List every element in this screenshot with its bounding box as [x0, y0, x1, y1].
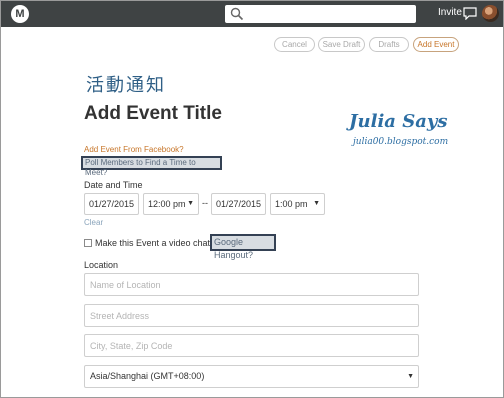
search-icon [230, 7, 244, 21]
invite-link[interactable]: Invite [438, 7, 462, 18]
date-time-label: Date and Time [84, 180, 143, 190]
location-label: Location [84, 260, 119, 270]
end-time-value: 1:00 pm [275, 199, 308, 209]
drafts-button[interactable]: Drafts [369, 37, 409, 52]
location-name-input[interactable] [84, 273, 419, 296]
end-date-value: 01/27/2015 [216, 199, 262, 209]
end-time-select[interactable]: 1:00 pm ▼ [270, 193, 325, 215]
clear-date-link[interactable]: Clear [84, 218, 103, 227]
video-chat-checkbox[interactable] [84, 239, 92, 247]
chevron-down-icon: ▼ [313, 200, 320, 207]
avatar[interactable] [482, 5, 499, 22]
event-title[interactable]: Add Event Title [84, 103, 222, 125]
add-event-button[interactable]: Add Event [413, 37, 459, 52]
save-draft-button[interactable]: Save Draft [318, 37, 365, 52]
top-bar: M Invite [1, 1, 503, 27]
google-hangout-link[interactable]: Google Hangout? [210, 234, 276, 260]
timezone-value: Asia/Shanghai (GMT+08:00) [90, 371, 205, 381]
end-date-field[interactable]: 01/27/2015 [211, 193, 266, 215]
street-address-input[interactable] [84, 304, 419, 327]
search-box[interactable] [225, 5, 416, 23]
timezone-select[interactable]: Asia/Shanghai (GMT+08:00) ▼ [84, 365, 419, 388]
watermark-name: Julia Says [349, 111, 448, 132]
start-time-value: 12:00 pm [148, 199, 186, 209]
video-chat-label: Make this Event a video chat with [95, 238, 229, 248]
search-input[interactable] [247, 6, 412, 22]
start-date-field[interactable]: 01/27/2015 [84, 193, 139, 215]
chevron-down-icon: ▼ [187, 200, 194, 207]
chat-icon[interactable] [463, 7, 477, 20]
facebook-import-link[interactable]: Add Event From Facebook? [84, 145, 184, 154]
cancel-button[interactable]: Cancel [274, 37, 315, 52]
date-range-separator: -- [202, 198, 208, 208]
app-logo[interactable]: M [11, 5, 29, 23]
poll-members-link[interactable]: Poll Members to Find a Time to Meet? [81, 156, 222, 177]
start-time-select[interactable]: 12:00 pm ▼ [143, 193, 199, 215]
page-frame: M Invite Cancel Save Draft Drafts Add Ev… [0, 0, 504, 398]
city-state-zip-input[interactable] [84, 334, 419, 357]
start-date-value: 01/27/2015 [89, 199, 135, 209]
watermark-url: julia00.blogspot.com [353, 137, 449, 147]
chevron-down-icon: ▼ [407, 373, 414, 380]
chinese-heading: 活動通知 [86, 75, 166, 96]
